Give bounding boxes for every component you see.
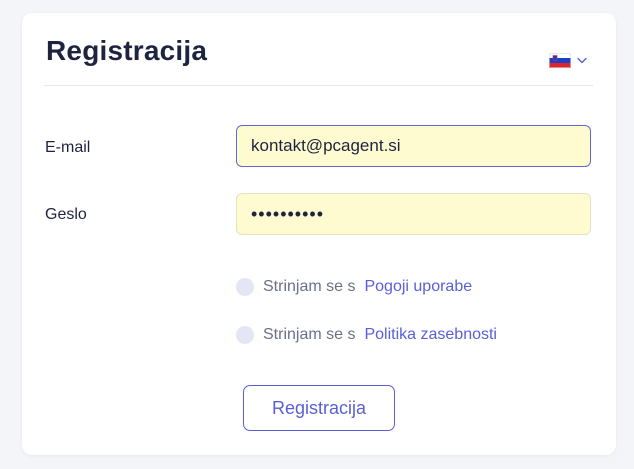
- privacy-row: Strinjam se s Politika zasebnosti: [236, 326, 497, 344]
- terms-agree-text: Strinjam se s: [263, 278, 356, 295]
- page-title: Registracija: [46, 35, 208, 66]
- password-field[interactable]: [236, 193, 591, 235]
- chevron-down-icon: [577, 57, 587, 64]
- privacy-link[interactable]: Politika zasebnosti: [364, 326, 497, 344]
- privacy-agree-text: Strinjam se s: [263, 326, 356, 343]
- language-selector[interactable]: [549, 53, 587, 68]
- terms-checkbox[interactable]: [236, 278, 254, 296]
- terms-row: Strinjam se s Pogoji uporabe: [236, 278, 472, 296]
- password-label: Geslo: [45, 206, 87, 223]
- email-label: E-mail: [45, 139, 91, 156]
- privacy-checkbox[interactable]: [236, 326, 254, 344]
- header-divider: [44, 85, 593, 86]
- registration-card: Registracija E-mail Geslo Strinjam se s …: [22, 13, 616, 455]
- terms-link[interactable]: Pogoji uporabe: [364, 278, 472, 296]
- email-field[interactable]: [236, 125, 591, 167]
- slovenia-flag-icon: [549, 53, 571, 68]
- register-button[interactable]: Registracija: [243, 385, 395, 431]
